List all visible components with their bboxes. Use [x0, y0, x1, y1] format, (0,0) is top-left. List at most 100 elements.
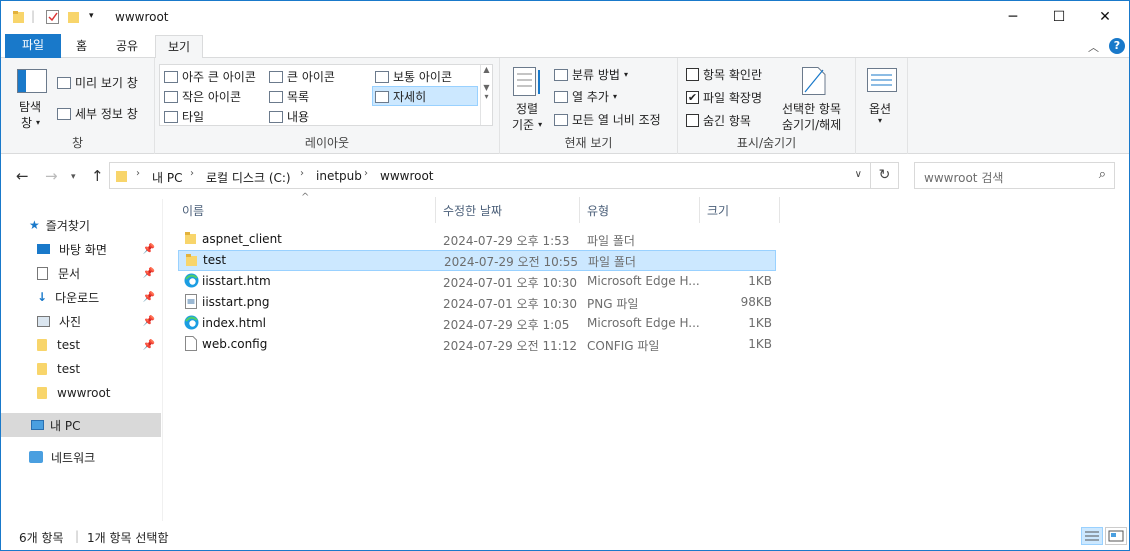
- nav-pane-button-line2[interactable]: 창 ▾: [21, 114, 40, 131]
- status-separator: |: [75, 529, 80, 543]
- help-icon[interactable]: ?: [1109, 38, 1125, 54]
- hide-selected-button-line2[interactable]: 숨기기/해제: [782, 116, 841, 133]
- breadcrumb-chevron-icon[interactable]: ›: [364, 168, 368, 179]
- column-header-size[interactable]: 크기: [701, 197, 780, 223]
- nav-pane-icon[interactable]: [17, 69, 47, 96]
- address-history-chevron-icon[interactable]: ∨: [855, 169, 862, 180]
- details-pane-button[interactable]: 세부 정보 창: [57, 105, 138, 122]
- column-header-type[interactable]: 유형: [581, 197, 700, 223]
- search-icon[interactable]: ⌕: [1099, 167, 1106, 182]
- up-arrow-icon[interactable]: ↑: [91, 167, 104, 185]
- layout-group: 아주 큰 아이콘 큰 아이콘 보통 아이콘 작은 아이콘 목록 자세히 타일 내…: [155, 58, 500, 154]
- back-arrow-icon[interactable]: ←: [16, 167, 29, 185]
- pin-icon[interactable]: 📌: [143, 340, 155, 351]
- nav-item-pictures[interactable]: 사진 📌: [1, 309, 161, 333]
- breadcrumb-inetpub[interactable]: inetpub: [316, 169, 362, 183]
- breadcrumb-this-pc[interactable]: 내 PC: [152, 169, 182, 186]
- group-by-button[interactable]: 분류 방법 ▾: [554, 66, 628, 83]
- pin-icon[interactable]: 📌: [143, 292, 155, 303]
- sort-icon[interactable]: [513, 67, 543, 100]
- minimize-button[interactable]: ─: [990, 1, 1036, 33]
- refresh-button[interactable]: ↻: [871, 162, 899, 189]
- nav-network[interactable]: 네트워크: [1, 445, 161, 469]
- search-input[interactable]: wwwroot 검색: [924, 169, 1003, 186]
- layout-medium-icons[interactable]: 보통 아이콘: [375, 68, 452, 85]
- breadcrumb-wwwroot[interactable]: wwwroot: [380, 169, 434, 183]
- nav-item-downloads[interactable]: ↓ 다운로드 📌: [1, 285, 161, 309]
- layout-details[interactable]: 자세히: [375, 88, 426, 105]
- forward-arrow-icon[interactable]: →: [45, 167, 58, 185]
- search-box[interactable]: wwwroot 검색 ⌕: [914, 162, 1115, 189]
- star-icon: ★: [29, 218, 40, 232]
- file-modified: 2024-07-01 오후 10:30: [443, 276, 578, 290]
- column-header-modified[interactable]: 수정한 날짜: [437, 197, 580, 223]
- preview-pane-button[interactable]: 미리 보기 창: [57, 74, 138, 91]
- hidden-items-toggle[interactable]: 숨긴 항목: [686, 112, 751, 129]
- tab-file[interactable]: 파일: [5, 34, 61, 58]
- layout-content[interactable]: 내용: [269, 108, 309, 125]
- gallery-scrollbar[interactable]: ▲ ▼ ▾: [480, 65, 492, 125]
- nav-item-wwwroot[interactable]: wwwroot: [1, 381, 161, 405]
- close-button[interactable]: ✕: [1082, 1, 1128, 33]
- add-columns-button[interactable]: 열 추가 ▾: [554, 88, 617, 105]
- fit-columns-button[interactable]: 모든 열 너비 조정: [554, 111, 661, 128]
- file-row[interactable]: aspnet_client 2024-07-29 오후 1:53 파일 폴더: [178, 229, 776, 250]
- details-pane-label: 세부 정보 창: [75, 107, 138, 121]
- file-extensions-toggle[interactable]: ✔ 파일 확장명: [686, 89, 762, 106]
- nav-label: test: [57, 362, 81, 376]
- file-row[interactable]: index.html 2024-07-29 오후 1:05 Microsoft …: [178, 313, 776, 334]
- layout-list[interactable]: 목록: [269, 88, 309, 105]
- maximize-button[interactable]: ☐: [1036, 1, 1082, 33]
- tab-share[interactable]: 공유: [104, 35, 150, 58]
- address-bar[interactable]: › 내 PC › 로컬 디스크 (C:) › inetpub › wwwroot…: [109, 162, 871, 189]
- details-view-button[interactable]: [1081, 527, 1103, 545]
- checkbox-unchecked: [686, 68, 699, 81]
- item-checkboxes-toggle[interactable]: 항목 확인란: [686, 66, 762, 83]
- file-row[interactable]: iisstart.htm 2024-07-01 오후 10:30 Microso…: [178, 271, 776, 292]
- column-header-name[interactable]: 이름: [176, 197, 436, 223]
- nav-quick-access[interactable]: ★ 즐겨찾기: [1, 213, 161, 237]
- new-folder-icon[interactable]: [68, 10, 80, 27]
- nav-item-test-1[interactable]: test 📌: [1, 333, 161, 357]
- status-bar: 6개 항목 | 1개 항목 선택함: [1, 521, 1129, 550]
- checkbox-checked: ✔: [686, 91, 699, 104]
- breadcrumb-local-disk[interactable]: 로컬 디스크 (C:): [206, 169, 291, 186]
- nav-item-desktop[interactable]: 바탕 화면 📌: [1, 237, 161, 261]
- nav-item-documents[interactable]: 문서 📌: [1, 261, 161, 285]
- file-size: 1KB: [748, 274, 772, 288]
- breadcrumb-chevron-icon[interactable]: ›: [300, 168, 304, 179]
- hide-selected-button[interactable]: 선택한 항목: [782, 100, 841, 117]
- tab-home[interactable]: 홈: [64, 35, 99, 58]
- breadcrumb-chevron-icon[interactable]: ›: [136, 168, 140, 179]
- large-icons-view-button[interactable]: [1105, 527, 1127, 545]
- file-row-selected[interactable]: test 2024-07-29 오전 10:55 파일 폴더: [178, 250, 776, 271]
- options-button[interactable]: 옵션: [869, 100, 891, 117]
- properties-icon[interactable]: [46, 10, 60, 27]
- sort-by-button-line2[interactable]: 기준 ▾: [512, 116, 542, 133]
- customize-qat-icon[interactable]: ▾: [89, 11, 94, 21]
- collapse-ribbon-icon[interactable]: ︿: [1088, 39, 1099, 55]
- pin-icon[interactable]: 📌: [143, 268, 155, 279]
- file-modified: 2024-07-29 오전 10:55: [444, 255, 579, 269]
- breadcrumb-chevron-icon[interactable]: ›: [190, 168, 194, 179]
- folder-icon: [13, 10, 25, 27]
- tab-view[interactable]: 보기: [155, 35, 204, 59]
- nav-pane-button[interactable]: 탐색: [19, 98, 41, 115]
- file-type: 파일 폴더: [587, 234, 635, 248]
- nav-this-pc[interactable]: 내 PC: [1, 413, 161, 437]
- sort-by-button[interactable]: 정렬: [516, 100, 538, 117]
- recent-locations-icon[interactable]: ▾: [71, 172, 76, 182]
- layout-tiles[interactable]: 타일: [164, 108, 204, 125]
- file-modified: 2024-07-01 오후 10:30: [443, 297, 578, 311]
- file-row[interactable]: iisstart.png 2024-07-01 오후 10:30 PNG 파일 …: [178, 292, 776, 313]
- nav-item-test-2[interactable]: test: [1, 357, 161, 381]
- file-row[interactable]: web.config 2024-07-29 오전 11:12 CONFIG 파일…: [178, 334, 776, 355]
- pin-icon[interactable]: 📌: [143, 244, 155, 255]
- options-icon[interactable]: [867, 68, 897, 95]
- layout-small-icons[interactable]: 작은 아이콘: [164, 88, 241, 105]
- hide-selected-icon[interactable]: [802, 67, 826, 98]
- chevron-down-icon[interactable]: ▾: [878, 116, 882, 125]
- layout-large-icons[interactable]: 큰 아이콘: [269, 68, 335, 85]
- pin-icon[interactable]: 📌: [143, 316, 155, 327]
- layout-extra-large-icons[interactable]: 아주 큰 아이콘: [164, 68, 256, 85]
